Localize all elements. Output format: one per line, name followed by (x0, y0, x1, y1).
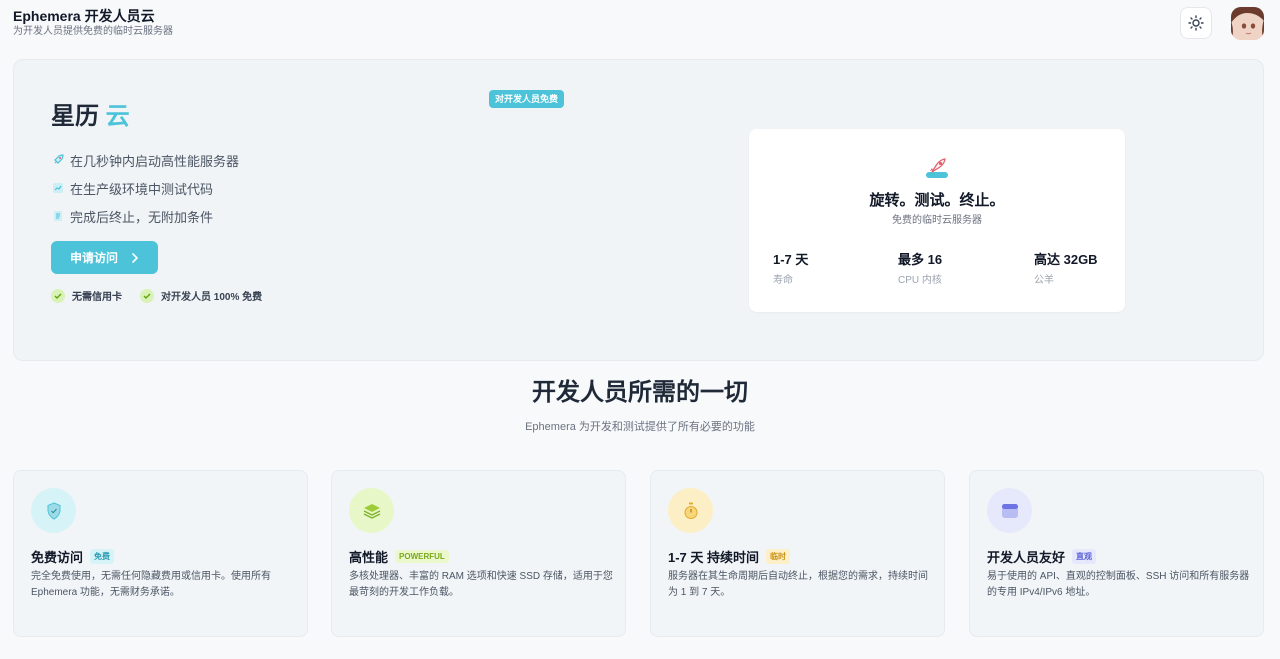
hero-feature-text: 在几秒钟内启动高性能服务器 (70, 153, 240, 169)
stat-lifetime: 1-7 天 寿命 (773, 252, 808, 286)
check-label: 无需信用卡 (72, 292, 122, 303)
hero-checks: 无需信用卡 对开发人员 100% 免费 (51, 288, 262, 303)
shield-icon (31, 488, 76, 533)
free-badge: 对开发人员免费 (489, 90, 565, 108)
card-description: 易于使用的 API、直观的控制面板、SSH 访问和所有服务器的专用 IPv4/I… (987, 571, 1250, 598)
card-tag: 临时 (766, 549, 791, 564)
stat-label: 寿命 (773, 275, 793, 286)
stat-label: 公羊 (1034, 275, 1054, 286)
stat-value: 最多 16 (898, 252, 943, 267)
info-card-subtitle: 免费的临时云服务器 (892, 215, 982, 226)
stat-value: 1-7 天 (773, 252, 809, 267)
window-icon (987, 488, 1032, 533)
info-card: 旋转。测试。终止。 免费的临时云服务器 1-7 天 寿命 最多 16 CPU 内… (749, 129, 1125, 312)
request-access-button[interactable]: 申请访问 (51, 241, 158, 274)
card-description: 完全免费使用，无需任何隐藏费用或信用卡。使用所有 Ephemera 功能，无需财… (31, 571, 271, 598)
chevron-right-icon (132, 252, 138, 263)
hero-title-main: 星历 (51, 103, 99, 130)
check-icon (140, 288, 154, 303)
avatar[interactable] (1231, 6, 1264, 40)
hero-feature: 在生产级环境中测试代码 (51, 174, 239, 202)
chart-icon (51, 181, 65, 195)
feature-card-free: 免费访问 免费 完全免费使用，无需任何隐藏费用或信用卡。使用所有 Ephemer… (13, 470, 308, 637)
rocket-icon (924, 156, 950, 180)
theme-toggle-button[interactable] (1180, 7, 1212, 39)
avatar-image (1231, 6, 1264, 40)
check-item: 对开发人员 100% 免费 (140, 288, 262, 303)
hero-title-accent: 云 (105, 103, 130, 130)
card-title-row: 高性能 POWERFUL (349, 547, 449, 566)
feature-card-performance: 高性能 POWERFUL 多核处理器、丰富的 RAM 选项和快速 SSD 存储，… (331, 470, 626, 637)
hero-title: 星历 云 (51, 96, 130, 131)
document-icon (51, 209, 65, 223)
card-description: 多核处理器、丰富的 RAM 选项和快速 SSD 存储，适用于您最苛刻的开发工作负… (349, 571, 613, 598)
feature-card-developer-friendly: 开发人员友好 直观 易于使用的 API、直观的控制面板、SSH 访问和所有服务器… (969, 470, 1264, 637)
top-actions (1180, 6, 1267, 40)
stopwatch-icon (668, 488, 713, 533)
app-subtitle: 为开发人员提供免费的临时云服务器 (13, 25, 173, 37)
card-title: 开发人员友好 (987, 550, 1066, 565)
sun-icon (1188, 15, 1204, 31)
feature-card-duration: 1-7 天 持续时间 临时 服务器在其生命周期后自动终止，根据您的需求，持续时间… (650, 470, 945, 637)
stat-value: 高达 32GB (1034, 252, 1098, 267)
stat-ram: 高达 32GB 公羊 (1034, 252, 1098, 286)
hero-feature: 在几秒钟内启动高性能服务器 (51, 146, 239, 174)
brand: Ephemera 开发人员云 为开发人员提供免费的临时云服务器 (13, 8, 173, 39)
card-tag: 免费 (90, 549, 115, 564)
card-title-row: 开发人员友好 直观 (987, 547, 1097, 566)
layers-icon (349, 488, 394, 533)
app-title: Ephemera 开发人员云 (13, 7, 155, 24)
rocket-icon (51, 153, 65, 167)
check-item: 无需信用卡 (51, 288, 122, 303)
hero-feature: 完成后终止，无附加条件 (51, 202, 239, 230)
card-description: 服务器在其生命周期后自动终止，根据您的需求，持续时间为 1 到 7 天。 (668, 571, 928, 598)
info-card-title: 旋转。测试。终止。 (869, 192, 1005, 209)
section-subtitle: Ephemera 为开发和测试提供了所有必要的功能 (525, 421, 755, 433)
top-bar: Ephemera 开发人员云 为开发人员提供免费的临时云服务器 (0, 0, 1280, 46)
request-access-label: 申请访问 (69, 251, 118, 265)
hero-feature-list: 在几秒钟内启动高性能服务器 在生产级环境中测试代码 完成后终止，无附加条件 (51, 146, 239, 230)
section-title: 开发人员所需的一切 (532, 379, 748, 406)
card-title: 免费访问 (31, 550, 84, 565)
hero-feature-text: 在生产级环境中测试代码 (70, 181, 214, 197)
stat-label: CPU 内核 (898, 275, 942, 286)
check-label: 对开发人员 100% 免费 (161, 292, 263, 303)
hero-section: 星历 云 对开发人员免费 在几秒钟内启动高性能服务器 在生产级环境中测试代码 完… (13, 59, 1264, 361)
card-tag: POWERFUL (395, 550, 449, 563)
stat-cpu: 最多 16 CPU 内核 (898, 252, 942, 286)
card-title: 1-7 天 持续时间 (668, 550, 760, 565)
card-title: 高性能 (349, 550, 389, 565)
check-icon (51, 288, 65, 303)
card-title-row: 免费访问 免费 (31, 547, 115, 566)
hero-feature-text: 完成后终止，无附加条件 (70, 209, 214, 225)
card-tag: 直观 (1072, 549, 1097, 564)
card-title-row: 1-7 天 持续时间 临时 (668, 547, 791, 566)
